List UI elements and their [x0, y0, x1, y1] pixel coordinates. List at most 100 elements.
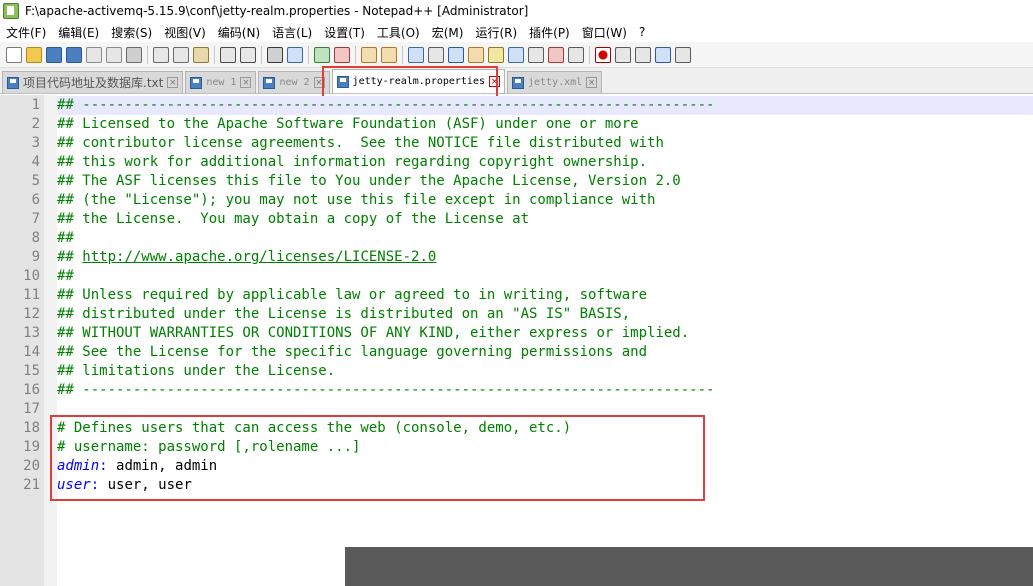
code-line[interactable]: ## distributed under the License is dist… [57, 305, 1033, 324]
word-wrap-icon[interactable] [408, 46, 424, 63]
stop-record-icon[interactable] [615, 46, 631, 63]
code-line[interactable]: ## this work for additional information … [57, 153, 1033, 172]
line-number: 4 [31, 154, 40, 170]
code-line[interactable]: ## http://www.apache.org/licenses/LICENS… [57, 248, 1033, 267]
editor-area[interactable]: 1 2 3 4 5 6 7 8 9 10 11 12 13 14 15 16 17 18 19 20 21 ## ---… [0, 95, 1033, 586]
menu-item-11[interactable]: 窗口(W) [576, 24, 633, 41]
dark-overlay-block [345, 547, 1033, 586]
sync-h-icon[interactable] [381, 46, 397, 63]
menu-item-8[interactable]: 宏(M) [426, 24, 470, 41]
code-line[interactable]: ## (the "License"); you may not use this… [57, 191, 1033, 210]
menu-bar: 文件(F) 编辑(E) 搜索(S) 视图(V) 编码(N) 语言(L) 设置(T) 工具(O)… [0, 22, 1033, 42]
open-file-icon[interactable] [26, 46, 42, 63]
close-tab-icon[interactable]: × [167, 77, 179, 88]
toolbar-separator [214, 45, 215, 64]
menu-item-1[interactable]: 编辑(E) [52, 24, 105, 41]
replace-icon[interactable] [287, 46, 303, 63]
line-number: 11 [23, 287, 40, 303]
code-line[interactable]: ## contributor license agreements. See t… [57, 134, 1033, 153]
code-line[interactable]: admin: admin, admin [57, 457, 1033, 476]
toolbar-separator [147, 45, 148, 64]
line-number: 18 [23, 420, 40, 436]
menu-item-6[interactable]: 设置(T) [318, 24, 371, 41]
file-saved-icon [190, 76, 203, 89]
code-line[interactable]: ## -------------------------------------… [57, 381, 1033, 400]
line-number: 10 [23, 268, 40, 284]
menu-item-3[interactable]: 视图(V) [158, 24, 212, 41]
close-all-icon[interactable] [106, 46, 122, 63]
code-line[interactable]: # username: password [,rolename ...] [57, 438, 1033, 457]
record-macro-icon[interactable] [595, 46, 611, 63]
line-number: 8 [31, 230, 40, 246]
code-line[interactable]: ## The ASF licenses this file to You und… [57, 172, 1033, 191]
code-line[interactable]: ## [57, 229, 1033, 248]
toolbar-separator [308, 45, 309, 64]
tab-0[interactable]: 项目代码地址及数据库.txt × [2, 71, 184, 93]
code-line[interactable]: ## See the License for the specific lang… [57, 343, 1033, 362]
tab-1[interactable]: new 1 × [185, 71, 257, 93]
code-line[interactable]: # Defines users that can access the web … [57, 419, 1033, 438]
tab-3[interactable]: jetty-realm.properties × [331, 69, 505, 93]
print-icon[interactable] [126, 46, 142, 63]
menu-item-9[interactable]: 运行(R) [469, 24, 523, 41]
code-line[interactable]: ## limitations under the License. [57, 362, 1033, 381]
undo-icon[interactable] [220, 46, 236, 63]
code-line[interactable]: ## the License. You may obtain a copy of… [57, 210, 1033, 229]
paste-icon[interactable] [193, 46, 209, 63]
menu-item-0[interactable]: 文件(F) [0, 24, 52, 41]
find-icon[interactable] [267, 46, 283, 63]
menu-item-4[interactable]: 编码(N) [212, 24, 266, 41]
property-value: admin, admin [107, 458, 218, 474]
code-line[interactable]: ## Unless required by applicable law or … [57, 286, 1033, 305]
zoom-out-icon[interactable] [334, 46, 350, 63]
close-icon[interactable] [86, 46, 102, 63]
license-url-link[interactable]: http://www.apache.org/licenses/LICENSE-2… [82, 249, 436, 265]
code-line[interactable]: ## -------------------------------------… [57, 96, 1033, 115]
code-line[interactable] [57, 400, 1033, 419]
play-macro-icon[interactable] [635, 46, 651, 63]
notepadpp-app-icon [3, 3, 19, 19]
close-tab-icon[interactable]: × [313, 77, 325, 88]
monitor-icon[interactable] [548, 46, 564, 63]
line-number: 17 [23, 401, 40, 417]
menu-item-12[interactable]: ? [633, 25, 651, 39]
tab-bar: 项目代码地址及数据库.txt × new 1 × new 2 × jetty-realm.p… [0, 68, 1033, 94]
show-all-chars-icon[interactable] [428, 46, 444, 63]
code-line[interactable]: ## WITHOUT WARRANTIES OR CONDITIONS OF A… [57, 324, 1033, 343]
close-tab-icon[interactable]: × [240, 77, 252, 88]
cut-icon[interactable] [153, 46, 169, 63]
indent-guide-icon[interactable] [448, 46, 464, 63]
code-line[interactable]: ## [57, 267, 1033, 286]
sync-v-icon[interactable] [361, 46, 377, 63]
code-line[interactable]: user: user, user [57, 476, 1033, 495]
close-tab-icon[interactable]: × [586, 77, 598, 88]
udl-icon[interactable] [468, 46, 484, 63]
new-file-icon[interactable] [6, 46, 22, 63]
menu-item-7[interactable]: 工具(O) [371, 24, 426, 41]
menu-item-5[interactable]: 语言(L) [266, 24, 318, 41]
menu-item-10[interactable]: 插件(P) [523, 24, 576, 41]
copy-icon[interactable] [173, 46, 189, 63]
text-area[interactable]: ## -------------------------------------… [57, 95, 1033, 586]
line-number-gutter: 1 2 3 4 5 6 7 8 9 10 11 12 13 14 15 16 17 18 19 20 21 [0, 95, 44, 586]
doc-map-icon[interactable] [488, 46, 504, 63]
save-macro-icon[interactable] [675, 46, 691, 63]
menu-item-2[interactable]: 搜索(S) [105, 24, 158, 41]
line-number: 5 [31, 173, 40, 189]
eye-icon[interactable] [568, 46, 584, 63]
code-line[interactable]: ## Licensed to the Apache Software Found… [57, 115, 1033, 134]
tab-2[interactable]: new 2 × [258, 71, 330, 93]
func-list-icon[interactable] [508, 46, 524, 63]
close-tab-icon[interactable]: × [489, 76, 500, 87]
save-icon[interactable] [46, 46, 62, 63]
property-key: user [57, 477, 91, 493]
run-macro-multi-icon[interactable] [655, 46, 671, 63]
save-all-icon[interactable] [66, 46, 82, 63]
property-value: user, user [99, 477, 192, 493]
folder-workspace-icon[interactable] [528, 46, 544, 63]
toolbar-separator [402, 45, 403, 64]
zoom-in-icon[interactable] [314, 46, 330, 63]
redo-icon[interactable] [240, 46, 256, 63]
property-separator: : [99, 458, 108, 474]
tab-4[interactable]: jetty.xml × [507, 71, 603, 93]
